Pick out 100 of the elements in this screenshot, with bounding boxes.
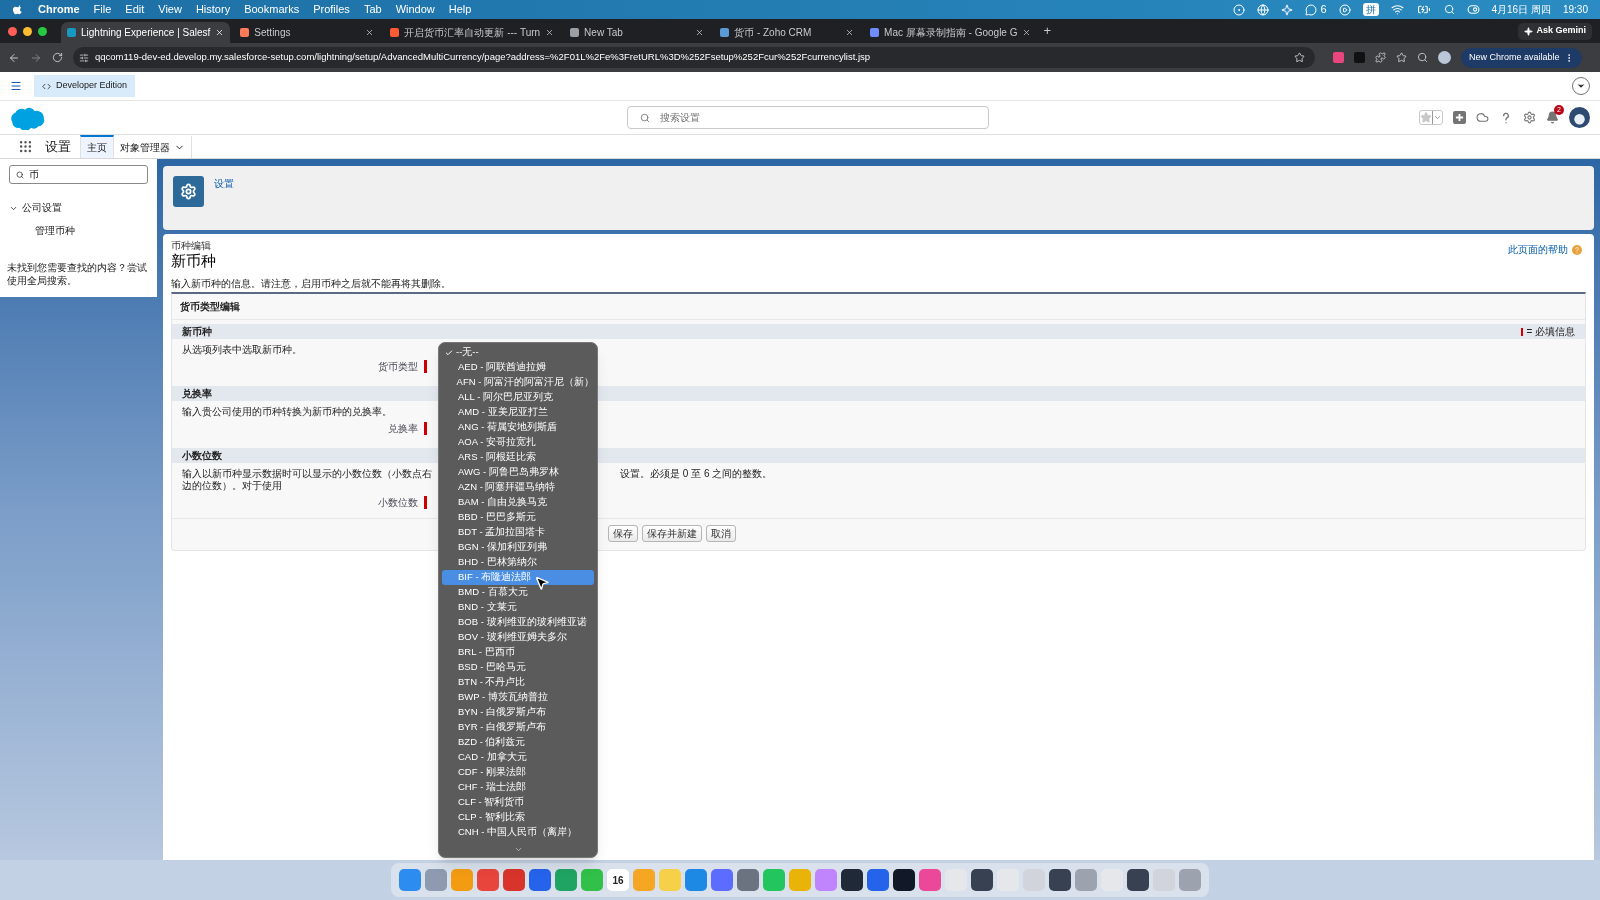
dropdown-option[interactable]: --无-- <box>442 345 594 360</box>
menu-item[interactable]: Profiles <box>313 1 350 18</box>
dropdown-option[interactable]: BYR - 白俄罗斯卢布 <box>442 720 594 735</box>
form-button[interactable]: 保存 <box>608 525 638 542</box>
update-chrome-button[interactable]: New Chrome available <box>1461 47 1582 68</box>
menu-item[interactable]: Edit <box>125 1 145 18</box>
menu-item[interactable]: File <box>93 1 112 18</box>
close-icon[interactable] <box>365 28 375 37</box>
app-icon[interactable] <box>1049 869 1071 891</box>
app-icon[interactable] <box>841 869 863 891</box>
tree-item[interactable]: 公司设置 <box>0 201 157 216</box>
help-link[interactable]: 此页面的帮助 <box>1508 242 1568 257</box>
dropdown-option[interactable]: ARS - 阿根廷比索 <box>442 450 594 465</box>
dropdown-option[interactable]: CNH - 中国人民币（离岸） <box>442 825 594 840</box>
form-button[interactable]: 保存并新建 <box>642 525 702 542</box>
search-field[interactable]: 币 <box>9 165 148 184</box>
ask-gemini-button[interactable]: Ask Gemini <box>1518 22 1592 40</box>
browser-tab[interactable]: Lightning Experience | Salesf <box>61 22 231 43</box>
app-menu[interactable]: Chrome <box>38 1 80 18</box>
dropdown-option[interactable]: ANG - 荷属安地列斯盾 <box>442 420 594 435</box>
dropdown-option[interactable]: BAM - 自由兑换马克 <box>442 495 594 510</box>
menu-item[interactable]: Tab <box>363 1 382 18</box>
input-method-indicator[interactable]: 拼 <box>1362 3 1379 16</box>
dropdown-option[interactable]: BGN - 保加利亚列弗 <box>442 540 594 555</box>
menu-item[interactable]: View <box>158 1 182 18</box>
app-icon[interactable] <box>1127 869 1149 891</box>
app-icon[interactable] <box>971 869 993 891</box>
dropdown-option[interactable]: CAD - 加拿大元 <box>442 750 594 765</box>
browser-tab[interactable]: Mac 屏幕录制指南 - Google G <box>864 22 1038 43</box>
browser-tab[interactable]: New Tab <box>564 22 711 43</box>
dropdown-option[interactable]: AOA - 安哥拉宽扎 <box>442 435 594 450</box>
scroll-down-icon[interactable] <box>513 845 523 854</box>
dropdown-option[interactable]: BWP - 博茨瓦纳普拉 <box>442 690 594 705</box>
bookmarks-icon[interactable] <box>1396 52 1407 63</box>
avatar[interactable] <box>1569 107 1590 128</box>
dropdown-option[interactable]: CDF - 刚果法郎 <box>442 765 594 780</box>
add-icon[interactable] <box>1453 111 1466 124</box>
search-field[interactable]: 搜索设置 <box>626 106 989 129</box>
close-icon[interactable] <box>545 28 555 37</box>
close-icon[interactable] <box>845 28 855 37</box>
dropdown-option[interactable]: BND - 文莱元 <box>442 600 594 615</box>
dropdown-option[interactable]: CLP - 智利比索 <box>442 810 594 825</box>
dropdown-option[interactable]: BOV - 玻利维亚姆夫多尔 <box>442 630 594 645</box>
form-button[interactable]: 取消 <box>706 525 736 542</box>
nav-tab[interactable]: 主页 <box>80 135 114 158</box>
reload-icon[interactable] <box>52 52 63 63</box>
search-icon[interactable] <box>1443 4 1455 15</box>
dropdown-option[interactable]: CHF - 瑞士法郎 <box>442 780 594 795</box>
dropdown-option[interactable]: AFN - 阿富汗的阿富汗尼（新） <box>442 375 594 390</box>
favorites-button[interactable] <box>1419 110 1443 125</box>
site-info-icon[interactable] <box>79 52 89 63</box>
dropdown-option[interactable]: ALL - 阿尔巴尼亚列克 <box>442 390 594 405</box>
app-launcher-icon[interactable] <box>18 139 33 154</box>
dropdown-option[interactable]: BBD - 巴巴多斯元 <box>442 510 594 525</box>
apple-logo-icon[interactable] <box>12 3 24 16</box>
dropdown-option[interactable]: BTN - 不丹卢比 <box>442 675 594 690</box>
close-icon[interactable] <box>1022 28 1032 37</box>
app-icon[interactable] <box>893 869 915 891</box>
dropdown-option[interactable]: AMD - 亚美尼亚打兰 <box>442 405 594 420</box>
browser-tab[interactable]: 货币 - Zoho CRM <box>714 22 861 43</box>
bookmark-star-icon[interactable] <box>1294 52 1305 63</box>
extensions-icon[interactable] <box>1375 52 1386 63</box>
minimize-window-icon[interactable] <box>23 26 32 36</box>
menu-item[interactable]: Help <box>448 1 472 18</box>
nav-tab[interactable]: 对象管理器 <box>114 135 192 158</box>
close-window-icon[interactable] <box>8 26 17 36</box>
control-center-icon[interactable] <box>1466 3 1480 16</box>
back-icon[interactable] <box>8 51 20 64</box>
cloud-icon[interactable] <box>1476 111 1489 124</box>
extension-icon[interactable] <box>1333 52 1344 63</box>
dropdown-option[interactable]: AZN - 阿塞拜疆马纳特 <box>442 480 594 495</box>
menu-item[interactable]: History <box>195 1 231 18</box>
notifications-icon[interactable] <box>1546 111 1559 124</box>
dropdown-option[interactable]: AED - 阿联酋迪拉姆 <box>442 360 594 375</box>
record-icon[interactable] <box>1233 3 1246 16</box>
wifi-icon[interactable] <box>1390 3 1404 16</box>
dropdown-option[interactable]: BMD - 百慕大元 <box>442 585 594 600</box>
dropdown-option[interactable]: BRL - 巴西币 <box>442 645 594 660</box>
breadcrumb-link[interactable]: 设置 <box>214 176 234 191</box>
browser-tab[interactable]: 开启货币汇率自动更新 --- Turn <box>384 22 561 43</box>
menu-icon[interactable] <box>10 80 22 92</box>
address-bar[interactable]: qqcom119-dev-ed.develop.my.salesforce-setup.com/lightning/setup/AdvancedMultiCurrency/page?address=%2F01L%2Fe%3FretURL%3D%252Fsetup%252Fcur%252Fcurrencylist.jsp <box>73 47 1315 68</box>
new-tab-button[interactable]: + <box>1043 21 1052 41</box>
dropdown-option[interactable]: BOB - 玻利维亚的玻利维亚诺 <box>442 615 594 630</box>
play-icon[interactable] <box>1338 3 1351 16</box>
tab-search-icon[interactable] <box>1417 52 1428 63</box>
dropdown-option[interactable]: BHD - 巴林第纳尔 <box>442 555 594 570</box>
dropdown-option[interactable]: BYN - 白俄罗斯卢布 <box>442 705 594 720</box>
battery-icon[interactable] <box>1415 3 1432 16</box>
tree-item[interactable]: 管理币种 <box>0 224 157 239</box>
chat-icon[interactable] <box>1305 3 1318 16</box>
zoom-window-icon[interactable] <box>38 26 47 36</box>
menu-item[interactable]: Window <box>395 1 435 18</box>
menu-item[interactable]: Bookmarks <box>244 1 300 18</box>
dropdown-option[interactable]: AWG - 阿鲁巴岛弗罗林 <box>442 465 594 480</box>
dropdown-option[interactable]: BZD - 伯利兹元 <box>442 735 594 750</box>
calendar-app-icon[interactable]: 16 <box>607 869 629 891</box>
sparkle-icon[interactable] <box>1281 3 1294 16</box>
browser-tab[interactable]: Settings <box>234 22 381 43</box>
help-icon[interactable] <box>1572 244 1582 255</box>
